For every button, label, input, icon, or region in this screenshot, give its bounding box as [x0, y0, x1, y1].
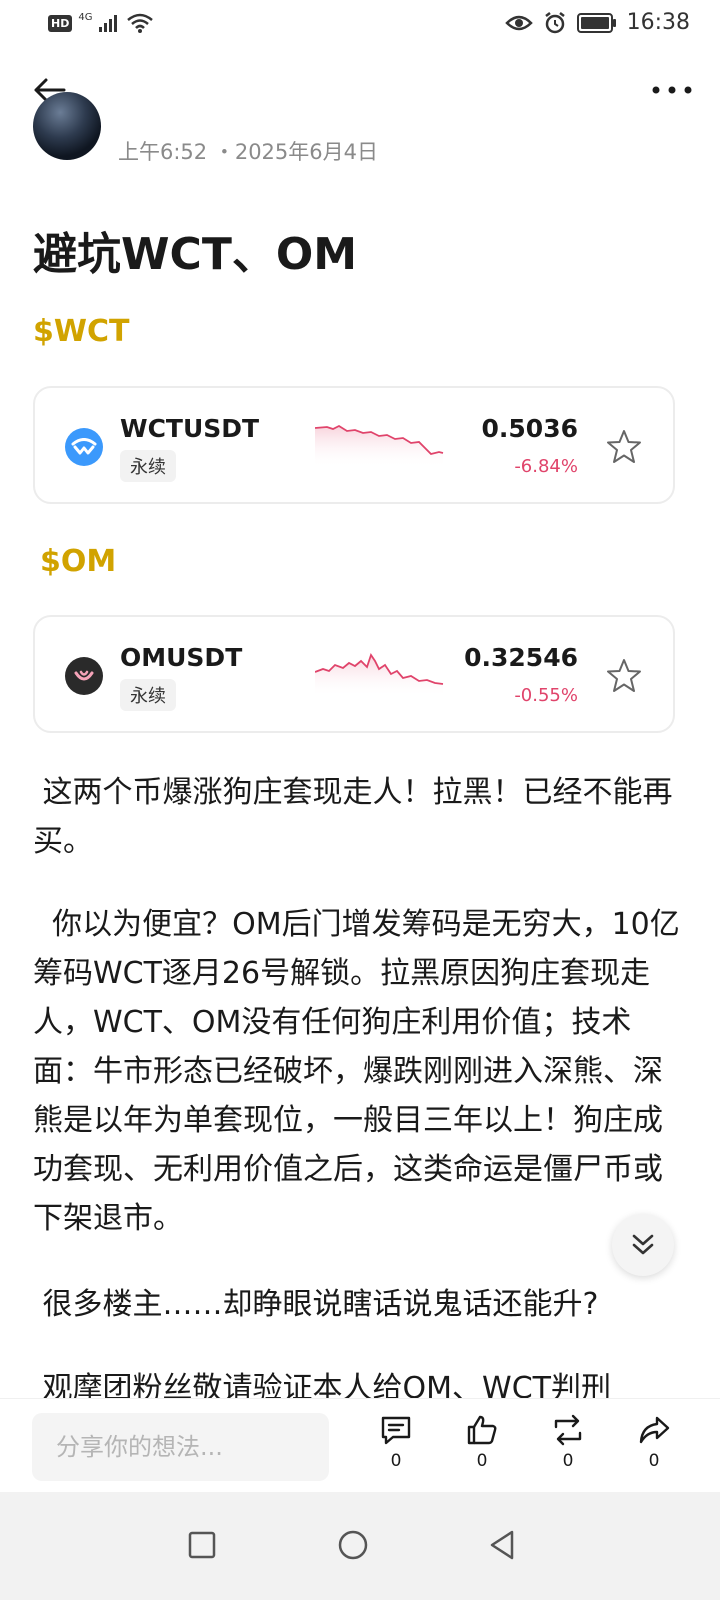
network-type: 4G [78, 11, 93, 23]
sparkline-chart [315, 652, 444, 697]
sparkline-chart [315, 424, 444, 468]
comment-button[interactable]: 0 [366, 1413, 426, 1471]
post-timestamp: 上午6:52 ・2025年6月4日 [118, 140, 378, 164]
cashtag-wct[interactable]: $WCT [33, 314, 129, 349]
alarm-icon [544, 11, 565, 33]
scroll-down-button[interactable] [612, 1214, 674, 1276]
more-dots-icon [652, 86, 692, 94]
comment-count: 0 [390, 1451, 402, 1471]
system-nav-bar [0, 1492, 720, 1600]
triangle-back-icon [490, 1530, 514, 1560]
cashtag-om[interactable]: $OM [40, 544, 116, 579]
status-right: 16:38 [504, 10, 690, 35]
hd-badge: HD [48, 14, 73, 32]
nav-back-button[interactable] [467, 1510, 537, 1580]
thumbs-up-icon [467, 1415, 497, 1445]
share-count: 0 [648, 1451, 660, 1471]
ticker-price: 0.5036 [481, 414, 578, 443]
star-icon [607, 659, 641, 692]
home-button[interactable] [318, 1510, 388, 1580]
share-icon [639, 1416, 670, 1444]
battery-icon [576, 12, 616, 33]
like-count: 0 [476, 1451, 488, 1471]
signal-icon [99, 15, 118, 32]
post-paragraph: 很多楼主……却睁眼说瞎话说鬼话还能升? [33, 1287, 599, 1322]
repost-count: 0 [562, 1451, 574, 1471]
favorite-star-button[interactable] [605, 657, 643, 695]
wifi-icon [127, 13, 154, 33]
comment-input[interactable] [32, 1413, 329, 1481]
post-title: 避坑WCT、OM [33, 229, 358, 280]
recent-apps-button[interactable] [167, 1510, 237, 1580]
circle-icon [338, 1530, 368, 1560]
like-button[interactable]: 0 [452, 1413, 512, 1471]
status-left: HD 4G [48, 12, 154, 34]
ticker-symbol: WCTUSDT [120, 414, 260, 443]
more-options-button[interactable] [648, 72, 696, 108]
repost-icon [554, 1414, 582, 1446]
author-avatar[interactable] [33, 92, 101, 160]
post-paragraph: 观摩团粉丝敬请验证本人给OM、WCT判刑 [33, 1371, 611, 1398]
ticker-card-wct[interactable]: WCTUSDT 永续 0.5036 -6.84% [33, 386, 675, 504]
ticker-price: 0.32546 [464, 643, 578, 672]
star-icon [607, 430, 641, 463]
ticker-card-om[interactable]: OMUSDT 永续 0.32546 -0.55% [33, 615, 675, 733]
ticker-change: -6.84% [514, 456, 578, 477]
perpetual-badge: 永续 [120, 450, 176, 482]
comment-icon [381, 1416, 411, 1445]
square-icon [188, 1531, 216, 1559]
post-paragraph: 这两个币爆涨狗庄套现走人！拉黑！已经不能再买。 [33, 775, 673, 859]
share-button[interactable]: 0 [624, 1413, 684, 1471]
clock: 16:38 [626, 10, 690, 35]
double-chevron-down-icon [632, 1234, 654, 1255]
favorite-star-button[interactable] [605, 428, 643, 466]
walletconnect-icon [65, 428, 103, 466]
perpetual-badge: 永续 [120, 679, 176, 711]
mantra-icon [65, 657, 103, 695]
ticker-change: -0.55% [514, 685, 578, 706]
top-header [0, 60, 720, 120]
eye-icon [504, 15, 533, 30]
post-paragraph: 你以为便宜？OM后门增发筹码是无穷大，10亿筹码WCT逐月26号解锁。拉黑原因狗… [33, 907, 680, 1236]
ticker-symbol: OMUSDT [120, 643, 243, 672]
status-bar: HD 4G 16:38 [0, 0, 720, 48]
repost-button[interactable]: 0 [538, 1413, 598, 1471]
bottom-action-bar: 0 0 0 0 [0, 1398, 720, 1492]
